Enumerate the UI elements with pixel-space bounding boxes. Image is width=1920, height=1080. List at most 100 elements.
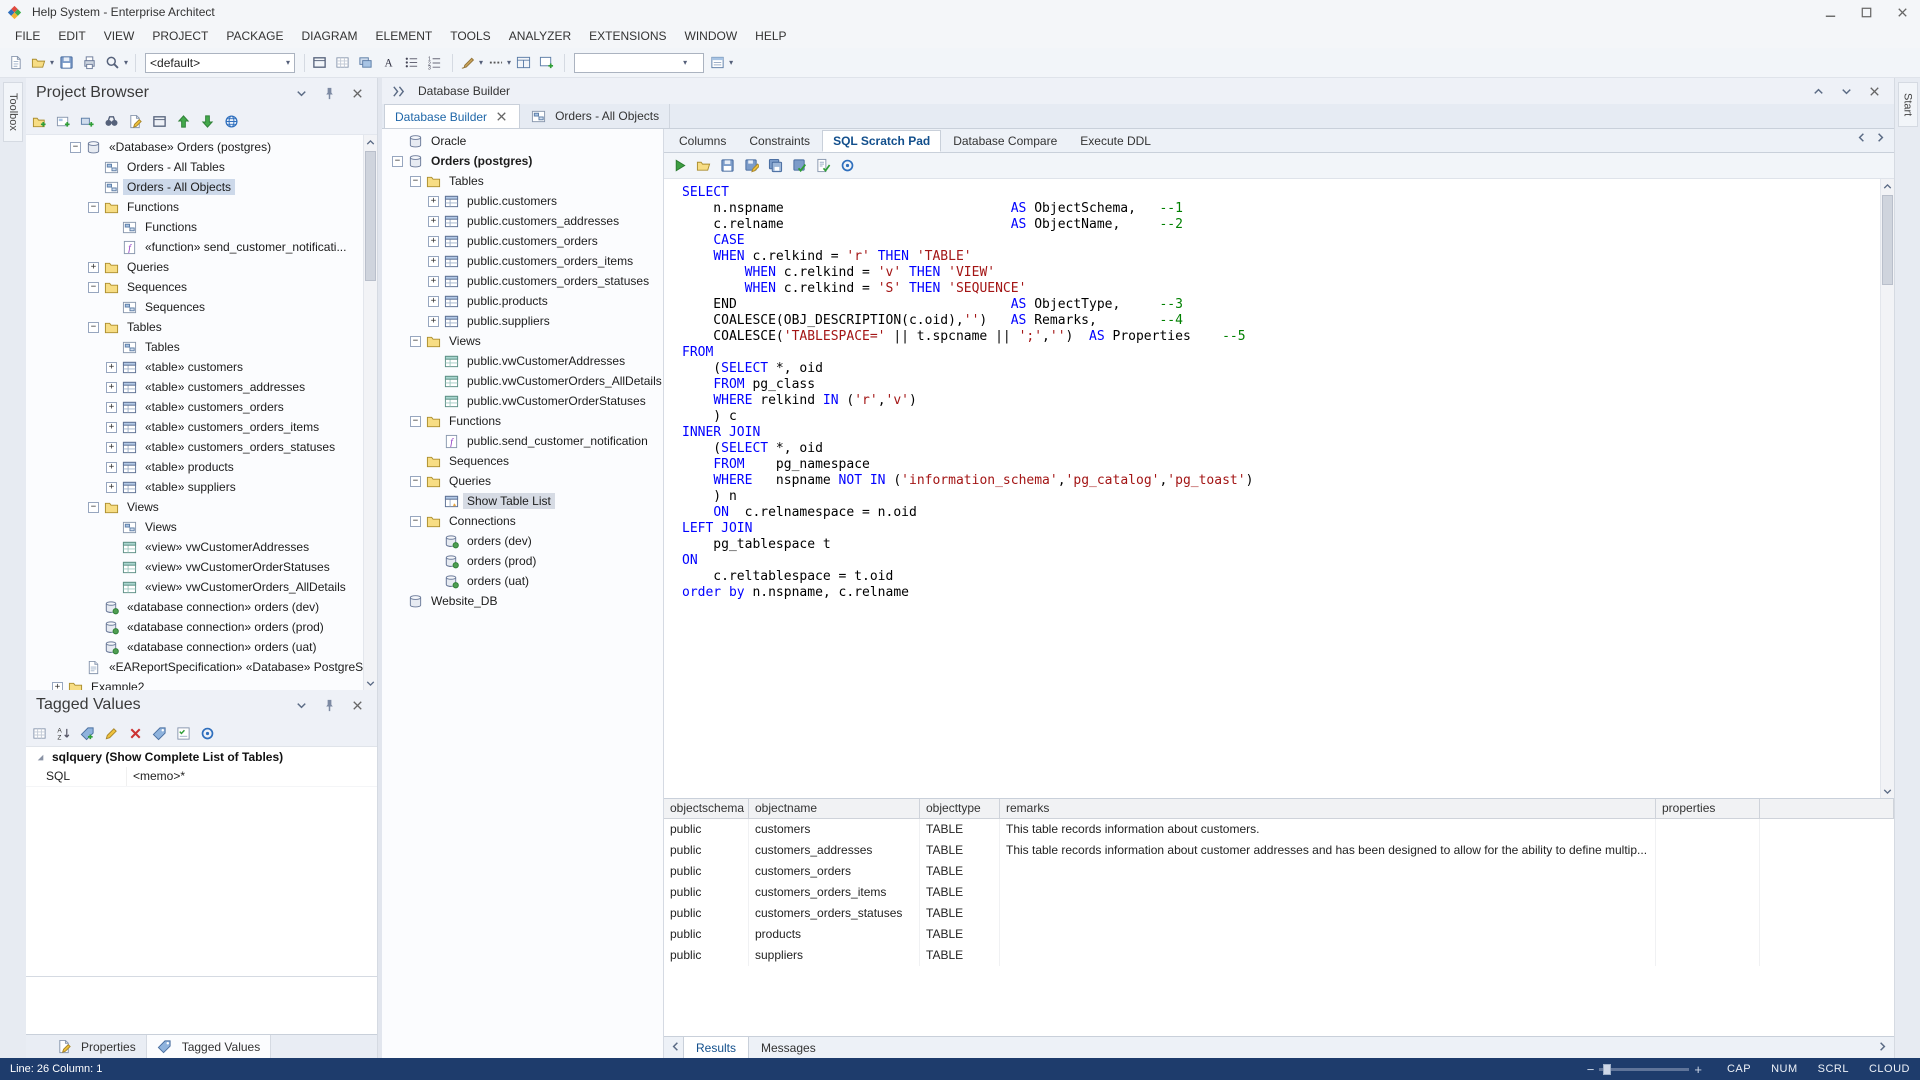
expand-icon[interactable]: + bbox=[52, 682, 63, 691]
collapse-icon[interactable]: − bbox=[88, 502, 99, 513]
collapse-icon[interactable]: − bbox=[410, 516, 421, 527]
pencil-button[interactable] bbox=[102, 722, 124, 744]
tree-item-tables[interactable]: −Tables bbox=[26, 317, 363, 337]
maximize-button[interactable] bbox=[1848, 0, 1884, 24]
tree-item-function-send-customer-notificati[interactable]: f«function» send_customer_notificati... bbox=[26, 237, 363, 257]
expand-icon[interactable]: + bbox=[428, 296, 439, 307]
open-folder-button[interactable] bbox=[29, 52, 51, 74]
floppy-button[interactable] bbox=[718, 155, 740, 177]
tree-item-public-customers-addresses[interactable]: +public.customers_addresses bbox=[382, 211, 663, 231]
tree-item-sequences[interactable]: Sequences bbox=[382, 451, 663, 471]
table-row[interactable]: publicsuppliersTABLE bbox=[664, 945, 1894, 966]
new-tag-button[interactable] bbox=[78, 722, 100, 744]
table-row[interactable]: publiccustomers_ordersTABLE bbox=[664, 861, 1894, 882]
collapse-icon[interactable]: − bbox=[70, 142, 81, 153]
scroll-down-icon[interactable] bbox=[1881, 784, 1894, 798]
bullet-list-button[interactable] bbox=[402, 52, 424, 74]
expand-icon[interactable]: + bbox=[106, 382, 117, 393]
target-button[interactable] bbox=[838, 155, 860, 177]
close-panel-icon[interactable] bbox=[349, 697, 365, 713]
tab-constraints[interactable]: Constraints bbox=[738, 130, 821, 152]
tree-item-connections[interactable]: −Connections bbox=[382, 511, 663, 531]
tree-item-public-products[interactable]: +public.products bbox=[382, 291, 663, 311]
collapse-icon[interactable]: − bbox=[410, 336, 421, 347]
checklist-button[interactable] bbox=[174, 722, 196, 744]
green-up-button[interactable] bbox=[174, 110, 196, 132]
dock-tab-tagged-values[interactable]: Tagged Values bbox=[147, 1035, 272, 1058]
cap-indicator[interactable]: CAP bbox=[1727, 1063, 1751, 1075]
table-row[interactable]: publicproductsTABLE bbox=[664, 924, 1894, 945]
table-row[interactable]: publiccustomers_orders_itemsTABLE bbox=[664, 882, 1894, 903]
tagged-value-row[interactable]: SQL<memo>* bbox=[26, 767, 377, 787]
pin-icon[interactable] bbox=[321, 697, 337, 713]
tree-item-orders-postgres[interactable]: −Orders (postgres) bbox=[382, 151, 663, 171]
expand-icon[interactable]: + bbox=[428, 216, 439, 227]
num-indicator[interactable]: NUM bbox=[1771, 1063, 1798, 1075]
table-row[interactable]: publiccustomersTABLEThis table records i… bbox=[664, 819, 1894, 840]
menu-analyzer[interactable]: ANALYZER bbox=[500, 24, 580, 48]
floppy-pencil-button[interactable] bbox=[742, 155, 764, 177]
tree-item-functions[interactable]: −Functions bbox=[26, 197, 363, 217]
scroll-thumb[interactable] bbox=[1882, 195, 1893, 285]
expand-icon[interactable]: + bbox=[428, 236, 439, 247]
menu-project[interactable]: PROJECT bbox=[143, 24, 217, 48]
collapse-icon[interactable]: − bbox=[88, 202, 99, 213]
collapse-icon[interactable]: − bbox=[88, 282, 99, 293]
collapse-icon[interactable]: − bbox=[410, 416, 421, 427]
tab-database-compare[interactable]: Database Compare bbox=[942, 130, 1068, 152]
layers-button[interactable] bbox=[356, 52, 378, 74]
menu-file[interactable]: FILE bbox=[6, 24, 49, 48]
panel-menu-icon[interactable] bbox=[293, 85, 309, 101]
tree-item-public-customers-orders[interactable]: +public.customers_orders bbox=[382, 231, 663, 251]
chevron-right-icon[interactable] bbox=[1875, 1039, 1890, 1057]
numbered-list-button[interactable]: 123 bbox=[425, 52, 447, 74]
toolbox-tab[interactable]: Toolbox bbox=[3, 82, 23, 142]
expand-icon[interactable]: + bbox=[106, 482, 117, 493]
page-edit-button[interactable] bbox=[126, 110, 148, 132]
fonta-button[interactable]: A bbox=[379, 52, 401, 74]
window-list-button[interactable] bbox=[708, 52, 730, 74]
tree-item-public-send-customer-notification[interactable]: fpublic.send_customer_notification bbox=[382, 431, 663, 451]
tree-item-functions[interactable]: Functions bbox=[26, 217, 363, 237]
tree-item-public-vwcustomerorderstatuses[interactable]: public.vwCustomerOrderStatuses bbox=[382, 391, 663, 411]
tree-item-public-customers[interactable]: +public.customers bbox=[382, 191, 663, 211]
tree-item-table-customers-orders-statuses[interactable]: +«table» customers_orders_statuses bbox=[26, 437, 363, 457]
dotted-line-button[interactable] bbox=[486, 52, 508, 74]
tree-item-view-vwcustomerorderstatuses[interactable]: «view» vwCustomerOrderStatuses bbox=[26, 557, 363, 577]
chevron-down-icon[interactable]: ▾ bbox=[507, 58, 511, 67]
menu-window[interactable]: WINDOW bbox=[676, 24, 747, 48]
tag-button[interactable] bbox=[150, 722, 172, 744]
diagram-frame-button[interactable] bbox=[514, 52, 536, 74]
document-tab-database-builder[interactable]: Database Builder bbox=[384, 104, 520, 128]
scroll-down-icon[interactable] bbox=[364, 676, 377, 690]
start-tab[interactable]: Start bbox=[1898, 82, 1918, 127]
play-button[interactable] bbox=[670, 155, 692, 177]
menu-tools[interactable]: TOOLS bbox=[441, 24, 499, 48]
collapse-icon[interactable]: − bbox=[392, 156, 403, 167]
expand-icon[interactable]: + bbox=[428, 316, 439, 327]
tree-item-table-products[interactable]: +«table» products bbox=[26, 457, 363, 477]
frame-button[interactable] bbox=[150, 110, 172, 132]
print-button[interactable] bbox=[80, 52, 102, 74]
tree-item-tables[interactable]: Tables bbox=[26, 337, 363, 357]
tree-item-example2[interactable]: +Example2 bbox=[26, 677, 363, 690]
table-row[interactable]: publiccustomers_addressesTABLEThis table… bbox=[664, 840, 1894, 861]
menu-diagram[interactable]: DIAGRAM bbox=[293, 24, 367, 48]
tree-item-public-customers-orders-items[interactable]: +public.customers_orders_items bbox=[382, 251, 663, 271]
minimize-button[interactable] bbox=[1812, 0, 1848, 24]
tree-item-database-orders-postgres[interactable]: −«Database» Orders (postgres) bbox=[26, 137, 363, 157]
tree-item-tables[interactable]: −Tables bbox=[382, 171, 663, 191]
green-down-button[interactable] bbox=[198, 110, 220, 132]
style-dropdown[interactable]: <default> ▾ bbox=[145, 53, 295, 73]
open-folder-button[interactable] bbox=[694, 155, 716, 177]
grid-button[interactable] bbox=[333, 52, 355, 74]
menu-element[interactable]: ELEMENT bbox=[367, 24, 442, 48]
menu-help[interactable]: HELP bbox=[746, 24, 795, 48]
collapse-icon[interactable]: − bbox=[88, 322, 99, 333]
dock-tab-properties[interactable]: Properties bbox=[46, 1035, 147, 1058]
collapse-panel-icon[interactable] bbox=[1810, 83, 1826, 99]
expand-icon[interactable]: + bbox=[428, 196, 439, 207]
new-diagram-button[interactable] bbox=[54, 110, 76, 132]
tree-item-view-vwcustomeraddresses[interactable]: «view» vwCustomerAddresses bbox=[26, 537, 363, 557]
project-browser-scrollbar[interactable] bbox=[363, 135, 377, 690]
